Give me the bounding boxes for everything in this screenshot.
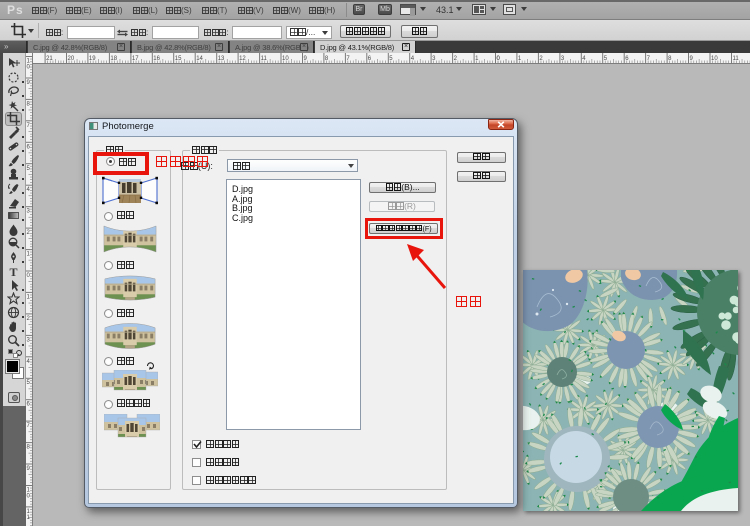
svg-text:12: 12 bbox=[239, 56, 246, 62]
svg-text:10: 10 bbox=[282, 56, 289, 62]
svg-text:11: 11 bbox=[261, 56, 268, 62]
svg-text:10: 10 bbox=[711, 56, 718, 62]
svg-text:18: 18 bbox=[110, 56, 117, 62]
svg-text:20: 20 bbox=[68, 56, 75, 62]
svg-text:T: T bbox=[10, 265, 18, 278]
svg-text:16: 16 bbox=[153, 56, 160, 62]
svg-text:11: 11 bbox=[733, 56, 740, 62]
svg-text:19: 19 bbox=[89, 56, 96, 62]
svg-text:14: 14 bbox=[196, 56, 203, 62]
